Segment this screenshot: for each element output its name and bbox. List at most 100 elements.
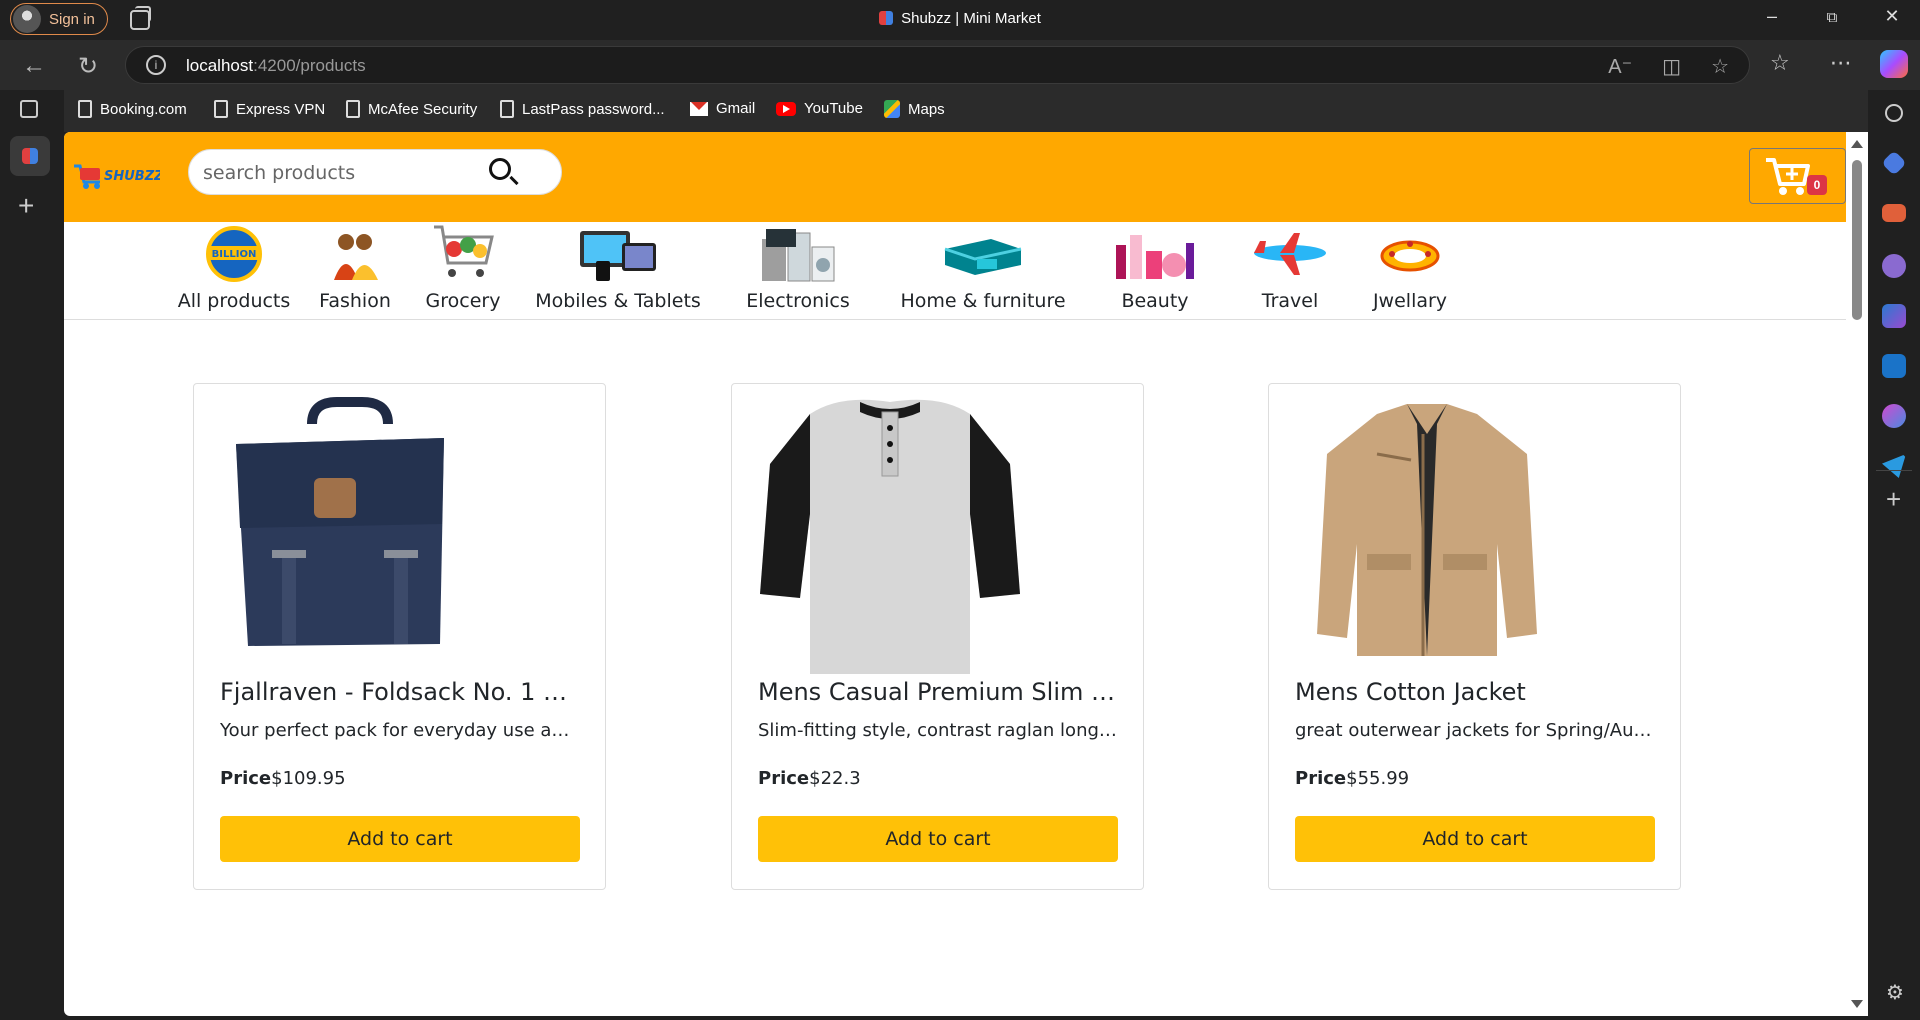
bookmark-booking[interactable]: Booking.com bbox=[78, 100, 187, 118]
search-icon[interactable] bbox=[1885, 104, 1903, 122]
site-info-icon[interactable]: i bbox=[146, 55, 166, 75]
product-card: Mens Casual Premium Slim Fit T-Shirts Sl… bbox=[731, 383, 1144, 890]
page-icon bbox=[500, 100, 514, 118]
page-icon bbox=[214, 100, 228, 118]
outlook-icon[interactable] bbox=[1882, 354, 1906, 378]
scroll-up-icon[interactable] bbox=[1851, 140, 1863, 148]
close-icon[interactable]: ✕ bbox=[1872, 6, 1912, 27]
airplane-icon bbox=[1254, 233, 1326, 275]
product-image-jacket[interactable] bbox=[1287, 394, 1567, 684]
address-toolbar: ← ↻ i localhost:4200/products A⁻ ◫ ☆ ☆ ⋯ bbox=[0, 40, 1920, 90]
games-icon[interactable] bbox=[1882, 254, 1906, 278]
category-electronics[interactable]: Electronics bbox=[718, 222, 878, 312]
category-all-products[interactable]: BILLION All products bbox=[164, 222, 304, 312]
bookmark-youtube[interactable]: YouTube bbox=[776, 100, 863, 117]
category-home-furniture[interactable]: Home & furniture bbox=[888, 222, 1078, 312]
mobiles-tablets-icon bbox=[580, 231, 656, 281]
designer-icon[interactable] bbox=[1882, 404, 1906, 428]
restore-icon[interactable]: ⧉ bbox=[1812, 9, 1852, 26]
shubzz-logo[interactable]: SHUBZZ bbox=[70, 152, 164, 198]
product-description: great outerwear jackets for Spring/Autum… bbox=[1295, 720, 1655, 741]
edge-sidebar: + ⚙ bbox=[1868, 90, 1920, 1020]
product-description: Your perfect pack for everyday use and w… bbox=[220, 720, 580, 741]
new-tab-icon[interactable]: + bbox=[18, 190, 34, 222]
read-aloud-icon[interactable]: A⁻ bbox=[1608, 54, 1632, 79]
svg-text:BILLION: BILLION bbox=[212, 249, 257, 260]
copilot-icon[interactable] bbox=[1880, 50, 1908, 78]
telegram-icon[interactable] bbox=[1882, 454, 1906, 478]
bookmark-gmail[interactable]: Gmail bbox=[690, 100, 755, 117]
category-bar: BILLION All products Fashion Grocery Mob… bbox=[64, 222, 1846, 320]
category-jewellery[interactable]: Jwellary bbox=[1350, 222, 1470, 312]
site-favicon-icon bbox=[879, 11, 894, 25]
fashion-icon bbox=[334, 234, 378, 280]
browser-title-bar: Sign in Shubzz | Mini Market – ⧉ ✕ bbox=[0, 0, 1920, 40]
page-icon bbox=[346, 100, 360, 118]
scroll-down-icon[interactable] bbox=[1851, 1000, 1863, 1008]
cart-button[interactable]: 0 bbox=[1749, 148, 1846, 204]
product-card: Fjallraven - Foldsack No. 1 Backpack, Fi… bbox=[193, 383, 606, 890]
cart-icon bbox=[1766, 158, 1810, 195]
electronics-icon bbox=[762, 229, 835, 282]
search-icon[interactable] bbox=[489, 158, 511, 180]
tools-icon[interactable] bbox=[1882, 204, 1906, 222]
add-sidebar-app-icon[interactable]: + bbox=[1886, 484, 1901, 515]
bookmark-express-vpn[interactable]: Express VPN bbox=[214, 100, 325, 118]
product-image-backpack[interactable] bbox=[212, 394, 492, 684]
cart-count-badge: 0 bbox=[1807, 175, 1827, 195]
gmail-icon bbox=[690, 101, 708, 116]
add-to-cart-button[interactable]: Add to cart bbox=[220, 816, 580, 862]
immersive-reader-icon[interactable]: ◫ bbox=[1662, 54, 1681, 79]
add-to-cart-button[interactable]: Add to cart bbox=[758, 816, 1118, 862]
vertical-tabs-rail: + bbox=[0, 90, 64, 1020]
product-image-tshirt[interactable] bbox=[750, 394, 1030, 684]
category-fashion[interactable]: Fashion bbox=[300, 222, 410, 312]
sidebar-settings-icon[interactable]: ⚙ bbox=[1886, 980, 1904, 1005]
active-tab[interactable] bbox=[10, 136, 50, 176]
window-title: Shubzz | Mini Market bbox=[0, 10, 1920, 27]
shopping-tag-icon[interactable] bbox=[1881, 150, 1907, 176]
home-furniture-icon bbox=[944, 239, 1022, 275]
jewellery-icon bbox=[1380, 240, 1440, 272]
site-header: SHUBZZ 0 bbox=[64, 132, 1846, 222]
product-title[interactable]: Mens Casual Premium Slim Fit T-Shirts bbox=[758, 678, 1118, 706]
bookmark-lastpass[interactable]: LastPass password... bbox=[500, 100, 665, 118]
bookmark-mcafee[interactable]: McAfee Security bbox=[346, 100, 477, 118]
product-card: Mens Cotton Jacket great outerwear jacke… bbox=[1268, 383, 1681, 890]
product-price: Price$55.99 bbox=[1295, 768, 1410, 789]
product-description: Slim-fitting style, contrast raglan long… bbox=[758, 720, 1118, 741]
category-beauty[interactable]: Beauty bbox=[1100, 222, 1210, 312]
page-icon bbox=[78, 100, 92, 118]
add-to-cart-button[interactable]: Add to cart bbox=[1295, 816, 1655, 862]
beauty-icon bbox=[1116, 235, 1194, 279]
web-page: SHUBZZ 0 BILLION All products Fashion bbox=[64, 132, 1846, 1016]
url-text[interactable]: localhost:4200/products bbox=[186, 56, 366, 76]
more-menu-icon[interactable]: ⋯ bbox=[1830, 50, 1852, 76]
maps-icon bbox=[884, 100, 900, 118]
search-input[interactable] bbox=[203, 160, 483, 186]
product-price: Price$109.95 bbox=[220, 768, 346, 789]
minimize-icon[interactable]: – bbox=[1752, 6, 1792, 27]
category-travel[interactable]: Travel bbox=[1230, 222, 1350, 312]
scrollbar-thumb[interactable] bbox=[1852, 160, 1862, 320]
product-title[interactable]: Fjallraven - Foldsack No. 1 Backpack, Fi… bbox=[220, 678, 580, 706]
copilot-sidebar-icon[interactable] bbox=[1882, 304, 1906, 328]
favorite-star-icon[interactable]: ☆ bbox=[1711, 54, 1729, 79]
svg-text:SHUBZZ: SHUBZZ bbox=[104, 169, 160, 184]
category-grocery[interactable]: Grocery bbox=[408, 222, 518, 312]
bookmarks-bar: Booking.com Express VPN McAfee Security … bbox=[0, 90, 1920, 132]
category-mobiles-tablets[interactable]: Mobiles & Tablets bbox=[518, 222, 718, 312]
back-icon[interactable]: ← bbox=[22, 52, 46, 80]
favorites-icon[interactable]: ☆ bbox=[1770, 50, 1790, 76]
grocery-icon bbox=[434, 225, 494, 277]
youtube-icon bbox=[776, 101, 796, 116]
product-title[interactable]: Mens Cotton Jacket bbox=[1295, 678, 1655, 706]
bookmark-maps[interactable]: Maps bbox=[884, 100, 945, 118]
big-billion-days-icon: BILLION bbox=[206, 226, 262, 282]
product-price: Price$22.3 bbox=[758, 768, 861, 789]
search-bar bbox=[188, 149, 562, 195]
refresh-icon[interactable]: ↻ bbox=[78, 52, 98, 81]
page-scrollbar[interactable] bbox=[1846, 132, 1868, 1016]
address-bar[interactable]: i localhost:4200/products A⁻ ◫ ☆ bbox=[125, 46, 1750, 84]
tab-panel-icon[interactable] bbox=[20, 100, 38, 118]
